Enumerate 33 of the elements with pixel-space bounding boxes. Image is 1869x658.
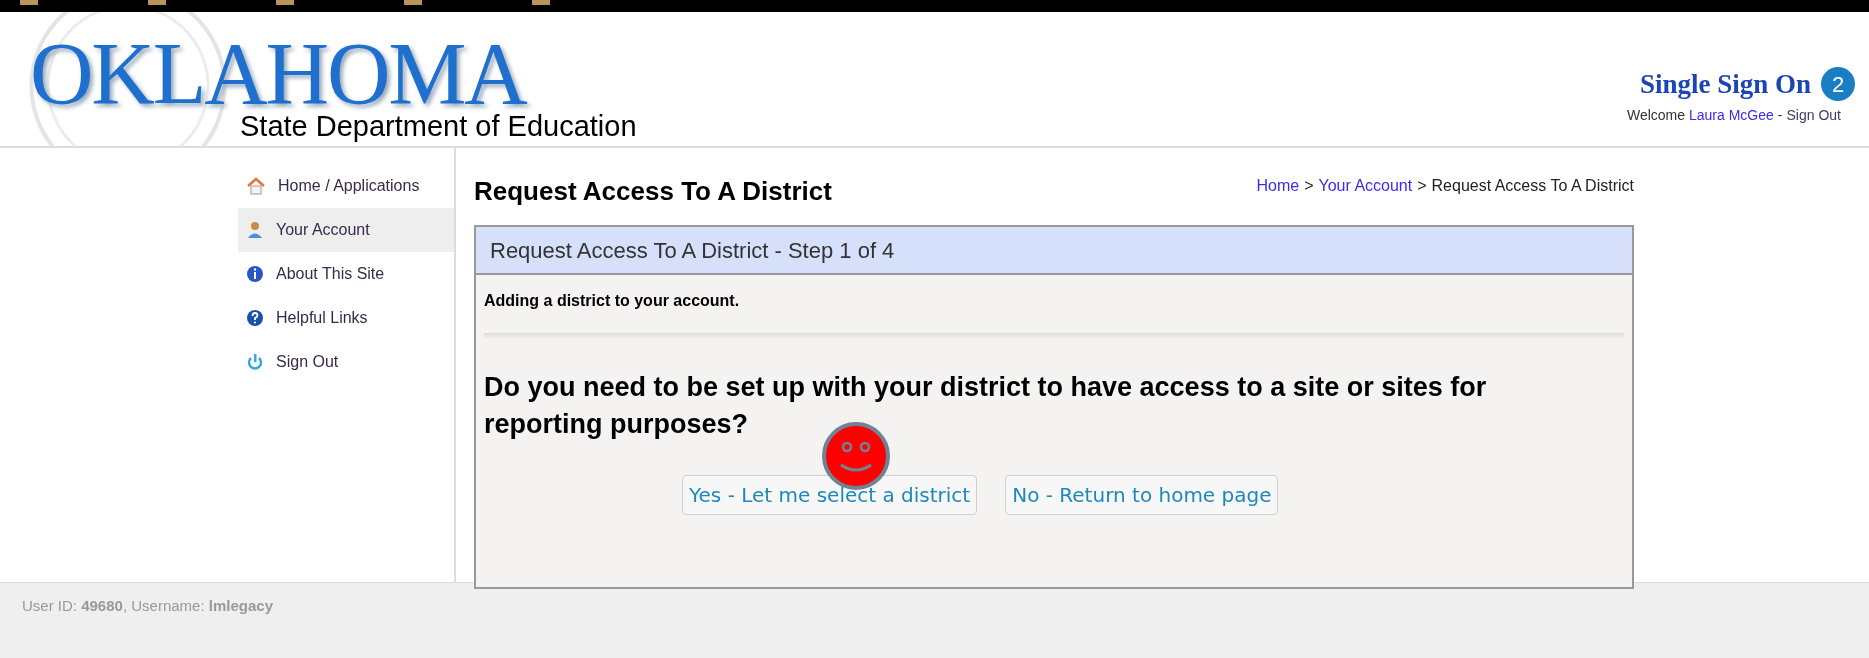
user-link[interactable]: Laura McGee	[1689, 104, 1774, 126]
intro-text: Adding a district to your account.	[483, 291, 741, 311]
folder-icon[interactable]	[148, 0, 166, 5]
choice-button[interactable]: No - Return to home page	[1005, 475, 1279, 515]
breadcrumb-link[interactable]: Home	[1256, 174, 1300, 198]
page-title: Request Access To A District	[474, 175, 832, 208]
sidebar-item[interactable]: Home / Applications	[238, 164, 454, 208]
separator-text: -	[1777, 105, 1783, 125]
breadcrumb-text: Request Access To A District	[1431, 176, 1634, 196]
help-icon	[246, 309, 264, 327]
folder-icon[interactable]	[20, 0, 38, 5]
home-icon	[246, 177, 266, 195]
welcome-text: Welcome	[1626, 105, 1685, 125]
sign-out-link[interactable]: Sign Out	[1786, 104, 1841, 126]
folder-icon[interactable]	[404, 0, 422, 5]
power-icon	[246, 353, 264, 371]
sidebar-item[interactable]: Your Account	[238, 208, 454, 252]
panel-header: Request Access To A District - Step 1 of 4	[476, 227, 1632, 275]
breadcrumb-text: >	[1417, 176, 1427, 196]
question-text: Do you need to be set up with your district to have access to a site or sites for reporting purposes?	[483, 371, 1488, 441]
sidebar-item[interactable]: About This Site	[238, 252, 454, 296]
breadcrumb-text: >	[1304, 176, 1314, 196]
info-icon	[246, 265, 264, 283]
choice-button[interactable]: Yes - Let me select a district	[682, 475, 978, 515]
sidebar-item[interactable]: Sign Out	[238, 340, 454, 384]
count-badge: 2	[1821, 67, 1855, 102]
sidebar-item[interactable]: Helpful Links	[238, 296, 454, 340]
user-info-text: User ID: 49680, Username: lmlegacy	[22, 596, 273, 616]
app-title: Single Sign On	[1639, 68, 1811, 101]
person-icon	[246, 221, 264, 239]
folder-icon[interactable]	[532, 0, 550, 5]
breadcrumb-link[interactable]: Your Account	[1318, 174, 1413, 198]
folder-icon[interactable]	[276, 0, 294, 5]
